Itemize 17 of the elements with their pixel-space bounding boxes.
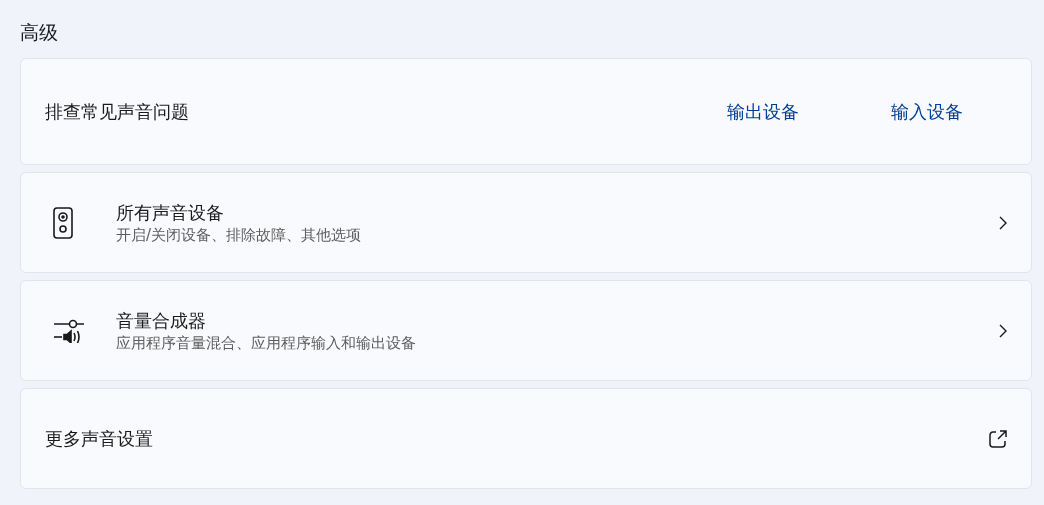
volume-mixer-icon xyxy=(53,318,85,343)
row-title: 排查常见声音问题 xyxy=(45,99,189,124)
settings-row[interactable]: 音量合成器 应用程序音量混合、应用程序输入和输出设备 xyxy=(20,280,1032,381)
device-link[interactable]: 输入设备 xyxy=(891,99,963,124)
row-description: 开启/关闭设备、排除故障、其他选项 xyxy=(116,224,363,245)
settings-row[interactable]: 所有声音设备 开启/关闭设备、排除故障、其他选项 xyxy=(20,172,1032,273)
external-link-icon xyxy=(989,429,1007,448)
chevron-right-icon xyxy=(999,215,1007,230)
speaker-icon xyxy=(53,206,73,239)
row-title: 所有声音设备 xyxy=(116,200,225,225)
device-link[interactable]: 输出设备 xyxy=(727,99,799,124)
settings-row[interactable]: 更多声音设置 xyxy=(20,388,1032,489)
section-title: 高级 xyxy=(20,20,59,45)
row-description: 应用程序音量混合、应用程序输入和输出设备 xyxy=(116,332,417,353)
chevron-right-icon xyxy=(999,323,1007,338)
row-title: 音量合成器 xyxy=(116,308,207,333)
row-title: 更多声音设置 xyxy=(45,426,153,451)
